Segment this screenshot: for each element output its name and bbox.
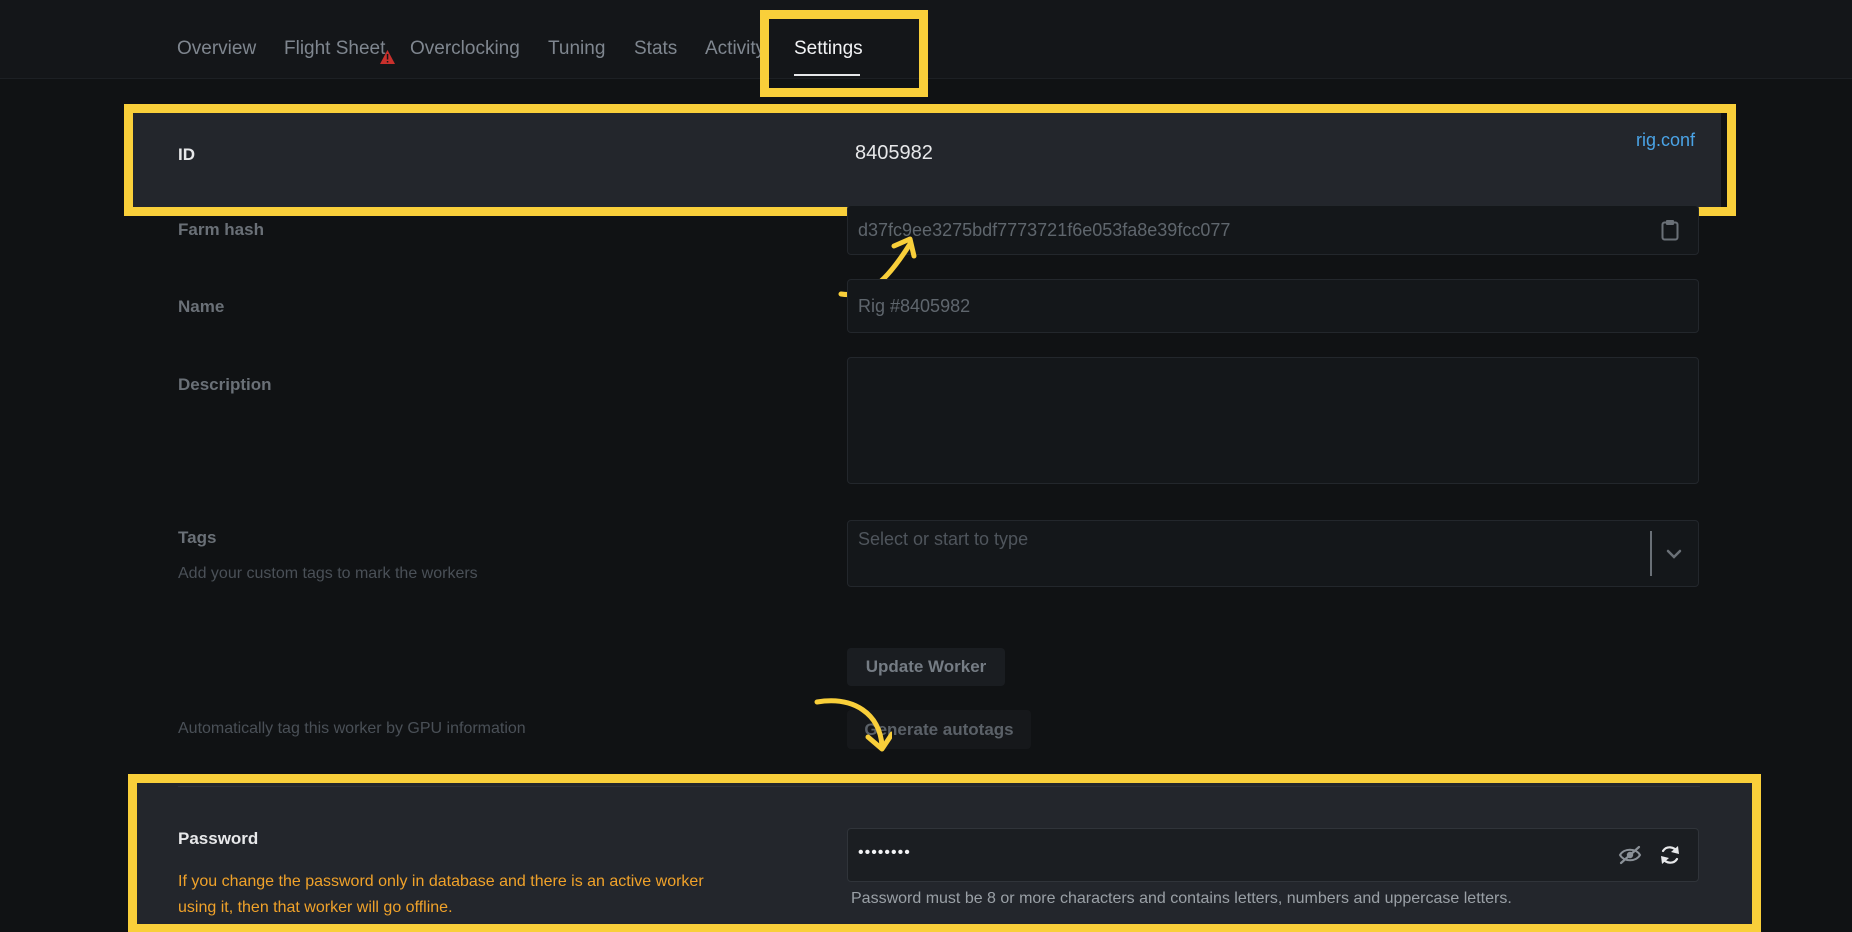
name-label: Name xyxy=(178,297,225,316)
select-separator xyxy=(1650,531,1652,576)
tab-tuning[interactable]: Tuning xyxy=(548,38,605,60)
password-section-highlight xyxy=(128,774,1761,932)
id-row-highlight xyxy=(124,104,1736,216)
description-textarea[interactable] xyxy=(847,357,1699,484)
tags-label: Tags xyxy=(178,528,217,547)
tab-overview[interactable]: Overview xyxy=(177,38,256,60)
description-label: Description xyxy=(178,375,272,394)
tags-select[interactable]: Select or start to type xyxy=(847,520,1699,587)
arrow-annotation-down xyxy=(814,698,892,752)
chevron-down-icon[interactable] xyxy=(1666,549,1682,559)
tab-overclocking[interactable]: Overclocking xyxy=(410,38,520,60)
farm-hash-field[interactable]: d37fc9ee3275bdf7773721f6e053fa8e39fcc077 xyxy=(847,205,1699,255)
clipboard-icon[interactable] xyxy=(1661,219,1679,241)
tags-placeholder: Select or start to type xyxy=(858,529,1029,549)
tab-activity[interactable]: Activity xyxy=(705,38,765,60)
farm-hash-label: Farm hash xyxy=(178,220,264,239)
tab-flight-sheet[interactable]: Flight Sheet xyxy=(284,38,385,60)
warning-triangle-icon xyxy=(380,50,395,64)
name-value: Rig #8405982 xyxy=(858,296,971,316)
update-worker-button[interactable]: Update Worker xyxy=(847,648,1005,686)
name-field[interactable]: Rig #8405982 xyxy=(847,279,1699,333)
tags-sublabel: Add your custom tags to mark the workers xyxy=(178,565,478,582)
tab-stats[interactable]: Stats xyxy=(634,38,677,60)
settings-tab-highlight xyxy=(760,10,928,97)
autotags-label: Automatically tag this worker by GPU inf… xyxy=(178,720,526,737)
